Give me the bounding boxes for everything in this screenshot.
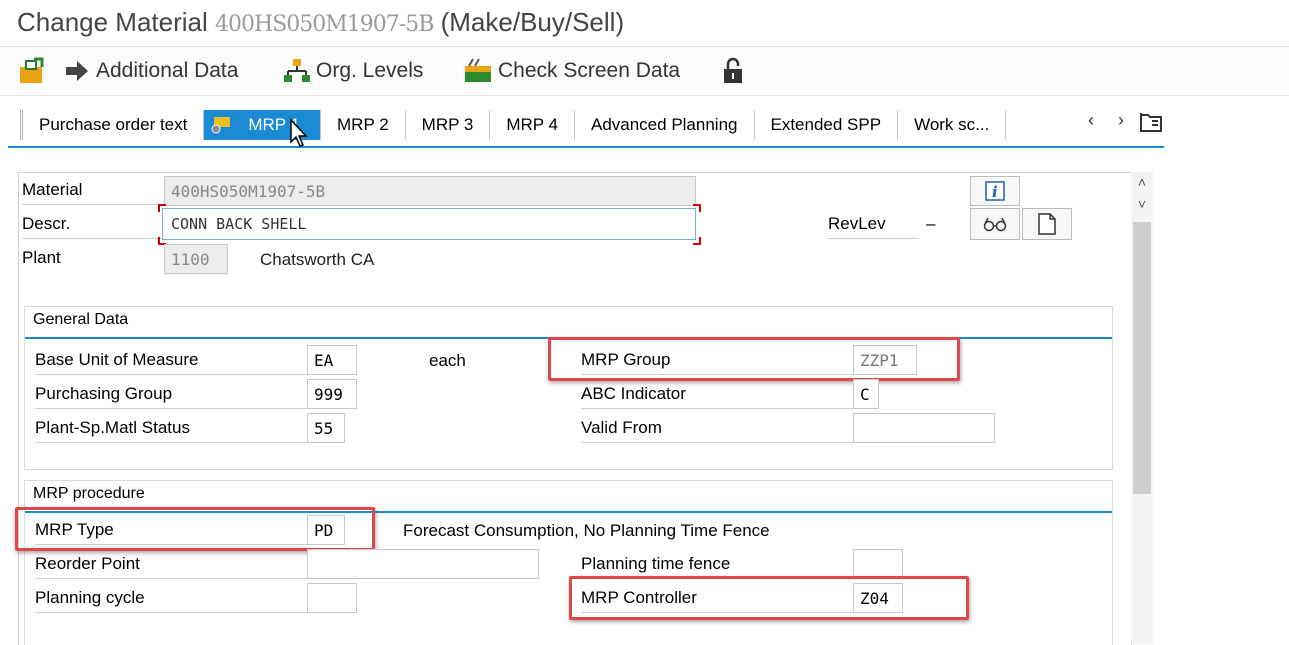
base-uom-field[interactable]: EA (307, 345, 357, 375)
document-icon (1038, 213, 1056, 235)
planning-time-fence-field[interactable] (853, 549, 903, 579)
tab-label: MRP 2 (337, 115, 389, 134)
scroll-up-icon[interactable]: ˄ (1131, 174, 1153, 194)
tab-extended-spp[interactable]: Extended SPP (754, 110, 899, 140)
window-title: Change Material 400HS050M1907-5B (Make/B… (17, 7, 624, 38)
title-suffix: (Make/Buy/Sell) (440, 7, 625, 37)
mrp-procedure-title: MRP procedure (33, 485, 145, 502)
plant-status-field[interactable]: 55 (307, 413, 345, 443)
check-screen-icon (465, 58, 491, 82)
planning-cycle-field[interactable] (307, 583, 357, 613)
title-bar: Change Material 400HS050M1907-5B (Make/B… (0, 0, 1289, 47)
org-levels-button[interactable]: Org. Levels (284, 57, 423, 85)
save-edit-icon (20, 57, 44, 83)
scrollbar-thumb[interactable] (1133, 222, 1151, 494)
planning-cycle-label: Planning cycle (35, 588, 307, 613)
tab-advanced-planning[interactable]: Advanced Planning (574, 110, 755, 140)
tab-work-sc[interactable]: Work sc... (898, 110, 1007, 140)
descr-label: Descr. (22, 214, 162, 239)
tab-label: MRP 4 (506, 115, 558, 134)
valid-from-label: Valid From (581, 418, 853, 443)
display-change-button[interactable] (18, 57, 52, 85)
abc-indicator-field[interactable]: C (853, 379, 879, 409)
lock-icon (724, 57, 742, 83)
base-uom-label: Base Unit of Measure (35, 350, 307, 375)
chevron-right-icon[interactable]: › (1118, 110, 1124, 131)
info-icon: i (985, 181, 1005, 201)
tab-label: Work sc... (914, 115, 990, 134)
glasses-icon (983, 217, 1007, 232)
focus-corner (158, 204, 166, 212)
tab-purchase-order-text[interactable]: Purchase order text (23, 110, 205, 140)
tab-mrp-4[interactable]: MRP 4 (490, 110, 575, 140)
plant-field[interactable]: 1100 (164, 244, 228, 274)
material-label: Material (22, 180, 162, 205)
reorder-point-field[interactable] (307, 549, 539, 579)
plant-label: Plant (22, 248, 61, 267)
tab-status-icon (211, 117, 231, 134)
mrp-type-highlight (15, 507, 375, 551)
scroll-down-icon[interactable]: ˅ (1131, 196, 1153, 216)
revlev-label: RevLev (828, 214, 918, 239)
arrow-right-icon (66, 61, 88, 81)
title-prefix: Change Material (17, 7, 208, 37)
vertical-scrollbar[interactable]: ˄ ˅ (1131, 172, 1153, 644)
abc-indicator-label: ABC Indicator (581, 384, 853, 409)
lock-button[interactable] (722, 57, 750, 85)
purchasing-group-field[interactable]: 999 (307, 379, 357, 409)
check-screen-data-label: Check Screen Data (498, 59, 681, 82)
tab-list-icon[interactable] (1140, 112, 1162, 137)
material-field[interactable]: 400HS050M1907-5B (164, 176, 696, 206)
valid-from-field[interactable] (853, 413, 995, 443)
check-screen-data-button[interactable]: Check Screen Data (464, 57, 680, 85)
chevron-left-icon[interactable]: ‹ (1088, 110, 1094, 131)
org-levels-label: Org. Levels (316, 59, 424, 82)
reorder-point-label: Reorder Point (35, 554, 307, 579)
mrp-type-text: Forecast Consumption, No Planning Time F… (403, 521, 770, 540)
tab-underline (8, 146, 1164, 148)
mrp-group-highlight (548, 337, 960, 381)
mouse-cursor-icon (290, 118, 308, 147)
plant-status-label: Plant-Sp.Matl Status (35, 418, 307, 443)
mrp-controller-highlight (569, 576, 969, 620)
tab-label: Purchase order text (39, 115, 188, 134)
tab-label: Extended SPP (770, 115, 882, 134)
tab-label: Advanced Planning (590, 115, 738, 134)
additional-data-button[interactable]: Additional Data (64, 57, 238, 85)
tab-mrp-3[interactable]: MRP 3 (405, 110, 491, 140)
additional-data-label: Additional Data (96, 59, 239, 82)
description-field[interactable]: CONN BACK SHELL (162, 208, 696, 240)
base-uom-text: each (429, 351, 466, 370)
tab-mrp-2[interactable]: MRP 2 (321, 110, 406, 140)
general-data-title: General Data (33, 311, 129, 328)
revlev-value: – (926, 214, 936, 233)
purchasing-group-label: Purchasing Group (35, 384, 307, 409)
tab-strip: Purchase order text MRP 1 MRP 2 MRP 3 MRP 4A… (20, 110, 1007, 140)
display-button[interactable] (970, 208, 1020, 240)
tab-bar: Purchase order text MRP 1 MRP 2 MRP 3 MRP 4A… (0, 104, 1170, 148)
focus-corner (693, 237, 701, 245)
title-material: 400HS050M1907-5B (215, 12, 434, 37)
org-hierarchy-icon (284, 59, 310, 82)
svg-text:i: i (992, 183, 998, 201)
info-button[interactable]: i (970, 176, 1020, 206)
focus-corner (693, 204, 701, 212)
document-button[interactable] (1022, 208, 1072, 240)
plant-name: Chatsworth CA (260, 250, 375, 269)
application-toolbar: Additional Data Org. Levels Check Screen… (0, 47, 1289, 96)
tab-label: MRP 3 (421, 115, 474, 134)
